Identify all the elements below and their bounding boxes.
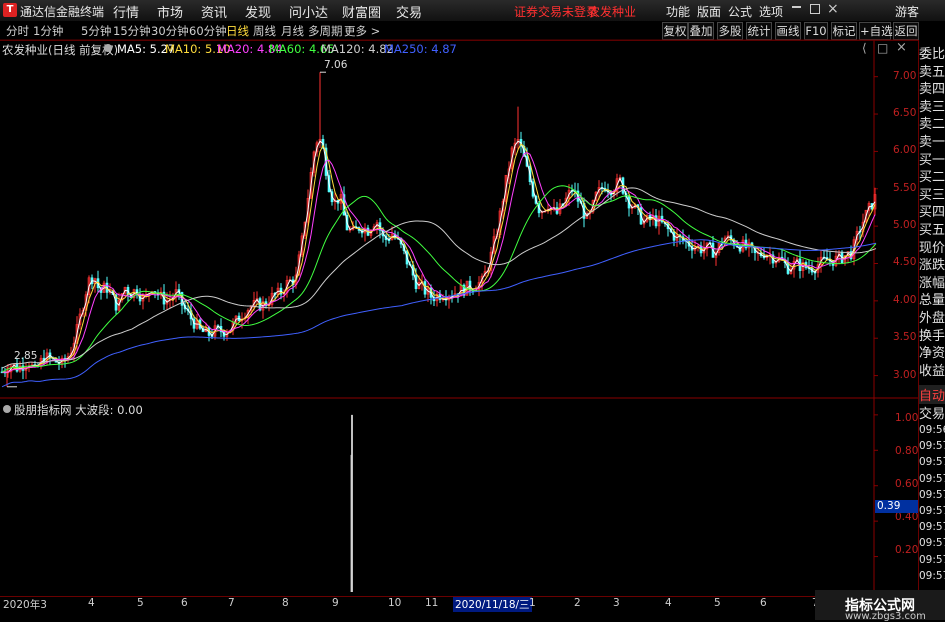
price-ytick-2: 6.00 — [893, 144, 917, 157]
xtick-12: 3 — [613, 597, 620, 609]
xtick-14: 5 — [714, 597, 721, 609]
price-ytick-7: 3.50 — [893, 331, 917, 344]
side-auto-label[interactable]: 自动 — [919, 385, 945, 404]
ma10-line — [1, 143, 876, 373]
xtick-3: 6 — [181, 597, 188, 609]
xtick-7: 10 — [388, 597, 402, 609]
high-price-label: 7.06 — [324, 59, 348, 71]
side-trade-time-4: 09:57 — [919, 488, 945, 501]
side-item-4: 卖二 — [919, 117, 945, 133]
side-item-2: 卖四 — [919, 82, 945, 98]
side-trade-time-3: 09:57 — [919, 472, 945, 485]
ma60-line — [1, 185, 877, 373]
side-trade-time-7: 09:57 — [919, 537, 945, 550]
side-item-15: 外盘 — [919, 311, 945, 326]
side-item-10: 买五 — [919, 223, 945, 238]
price-ytick-6: 4.00 — [893, 293, 917, 306]
xtick-9: 2020/11/18/三 — [453, 597, 532, 612]
side-item-8: 买三 — [919, 187, 945, 203]
kline-chart[interactable] — [0, 0, 945, 609]
indicator-plot — [350, 414, 353, 592]
side-trade-time-5: 09:57 — [919, 505, 945, 517]
xtick-10: 1 — [529, 597, 536, 609]
price-ytick-0: 7.00 — [893, 69, 917, 82]
cursor-value-tag: 0.39 — [875, 500, 919, 513]
side-item-16: 换手 — [919, 328, 945, 344]
ma20-line — [1, 152, 876, 373]
side-item-7: 买二 — [919, 170, 945, 186]
watermark: 指标公式网 www.zbgs3.com — [815, 590, 945, 622]
ind-ytick-060: 0.60 — [895, 478, 919, 490]
price-ytick-8: 3.00 — [893, 368, 917, 381]
side-item-6: 买一 — [919, 152, 945, 168]
xtick-11: 2 — [574, 597, 581, 609]
low-price-label: 2.85 — [14, 350, 38, 362]
side-trade-time-2: 09:57 — [919, 456, 945, 469]
price-ytick-5: 4.50 — [893, 256, 917, 269]
xtick-6: 9 — [332, 597, 339, 609]
ma250-line — [1, 239, 877, 388]
side-item-13: 涨幅 — [919, 275, 945, 291]
side-item-12: 涨跌 — [919, 258, 945, 274]
moving-averages — [1, 140, 877, 388]
candlesticks — [0, 71, 877, 388]
side-item-9: 买四 — [919, 205, 945, 221]
side-item-11: 现价 — [919, 240, 945, 256]
side-trade-time-9: 09:57 — [919, 569, 945, 582]
xtick-8: 11 — [425, 597, 439, 609]
price-ytick-1: 6.50 — [893, 107, 917, 120]
ind-ytick-080: 0.80 — [895, 445, 919, 457]
xtick-1: 4 — [88, 597, 95, 609]
side-item-3: 卖三 — [919, 99, 945, 115]
xtick-2: 5 — [137, 597, 144, 609]
price-ytick-3: 5.50 — [893, 181, 917, 194]
watermark-url: www.zbgs3.com — [845, 611, 926, 622]
ind-ytick-100: 1.00 — [895, 412, 919, 424]
side-trade-time-8: 09:57 — [919, 553, 945, 566]
ma5-line — [1, 140, 876, 373]
xtick-4: 7 — [228, 597, 235, 609]
side-item-1: 卖五 — [919, 64, 945, 80]
side-item-18: 收益 — [919, 363, 945, 379]
ma120-line — [1, 187, 877, 369]
xtick-0: 2020年3 — [3, 599, 47, 611]
side-item-14: 总量 — [919, 293, 945, 309]
xtick-5: 8 — [282, 597, 289, 609]
xtick-13: 4 — [665, 597, 672, 609]
side-item-17: 净资 — [919, 346, 945, 362]
side-trade-label: 交易 — [919, 407, 945, 422]
side-trade-time-6: 09:57 — [919, 521, 945, 534]
ind-ytick-020: 0.20 — [895, 544, 919, 556]
xtick-15: 6 — [760, 597, 767, 609]
side-item-5: 卖一 — [919, 135, 945, 150]
side-item-0: 委比 — [919, 47, 945, 62]
price-ytick-4: 5.00 — [893, 219, 917, 232]
side-trade-time-1: 09:57 — [919, 440, 945, 453]
side-trade-time-0: 09:56 — [919, 424, 945, 436]
